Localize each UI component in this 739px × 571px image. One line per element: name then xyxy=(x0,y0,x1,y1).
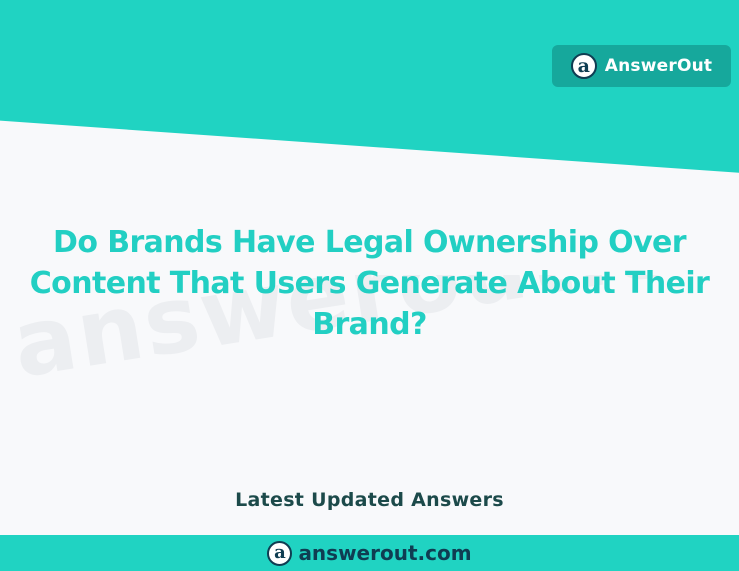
latest-answers-label: Latest Updated Answers xyxy=(235,489,504,511)
answerout-logo-icon: a xyxy=(267,540,293,566)
brand-name: AnswerOut xyxy=(604,56,713,76)
answerout-logo-icon: a xyxy=(570,53,597,79)
header-banner xyxy=(0,0,739,173)
question-title: Do Brands Have Legal Ownership Over Cont… xyxy=(29,225,710,342)
site-url[interactable]: answerout.com xyxy=(298,541,471,565)
footer-bar: a answerout.com xyxy=(0,535,739,571)
brand-badge[interactable]: a AnswerOut xyxy=(552,45,731,87)
